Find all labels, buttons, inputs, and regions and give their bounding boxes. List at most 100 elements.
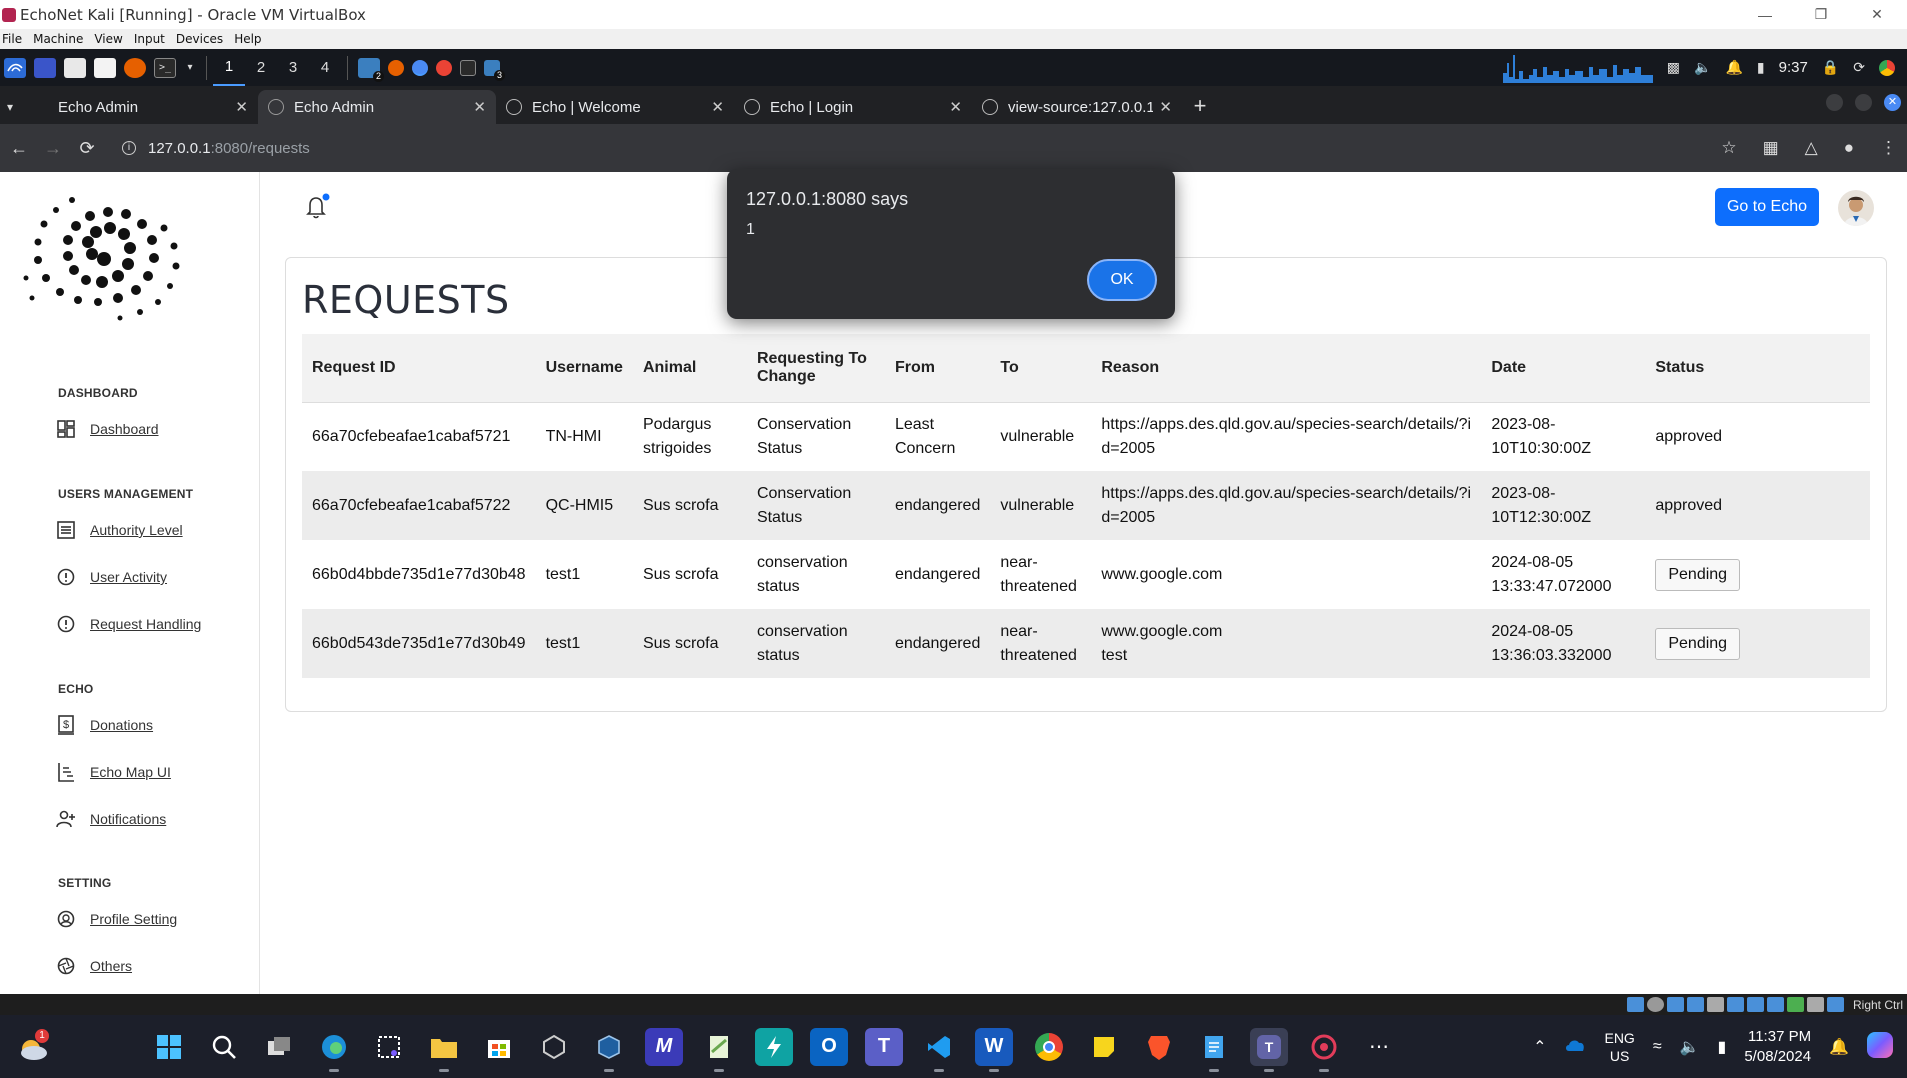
menu-file[interactable]: File bbox=[0, 32, 31, 46]
notification-bell-icon[interactable]: 🔔 bbox=[1829, 1037, 1849, 1057]
minimize-icon[interactable]: — bbox=[1737, 0, 1793, 29]
chrome-window-icon[interactable] bbox=[436, 59, 452, 76]
maximize-icon[interactable] bbox=[1855, 94, 1872, 111]
unity-icon[interactable] bbox=[535, 1028, 573, 1066]
menu-help[interactable]: Help bbox=[232, 32, 270, 46]
copilot-icon[interactable] bbox=[1867, 1032, 1893, 1061]
volume-icon[interactable]: 🔈 bbox=[1680, 1037, 1700, 1057]
kali-menu-icon[interactable] bbox=[4, 57, 26, 78]
teams-chat-icon[interactable]: T bbox=[1250, 1027, 1288, 1072]
network-icon[interactable] bbox=[1686, 997, 1704, 1012]
menu-devices[interactable]: Devices bbox=[174, 32, 232, 46]
go-to-echo-button[interactable]: Go to Echo bbox=[1715, 188, 1819, 226]
pending-button[interactable]: Pending bbox=[1655, 558, 1741, 591]
menu-machine[interactable]: Machine bbox=[31, 32, 92, 46]
sticky-notes-icon[interactable] bbox=[1085, 1028, 1123, 1066]
virtualbox-taskbar-icon[interactable] bbox=[590, 1028, 628, 1072]
new-tab-button[interactable]: + bbox=[1182, 93, 1218, 119]
language-indicator[interactable]: ENG US bbox=[1604, 1029, 1634, 1065]
sidebar-item-user-activity[interactable]: User Activity bbox=[56, 567, 167, 587]
tab-close-icon[interactable]: ✕ bbox=[235, 98, 248, 116]
mouse-integration-icon[interactable] bbox=[1806, 997, 1824, 1012]
tab-close-icon[interactable]: ✕ bbox=[711, 98, 724, 116]
workspace-2[interactable]: 2 bbox=[245, 49, 277, 86]
tab-echo-admin-1[interactable]: Echo Admin ✕ bbox=[20, 90, 258, 124]
tab-echo-login[interactable]: Echo | Login ✕ bbox=[734, 90, 972, 124]
notepad-icon[interactable] bbox=[1195, 1028, 1233, 1072]
vscode-icon[interactable] bbox=[920, 1028, 958, 1072]
chrome-icon[interactable] bbox=[1030, 1028, 1068, 1066]
file-manager-icon[interactable] bbox=[64, 57, 86, 78]
more-menu-icon[interactable]: ⋮ bbox=[1880, 138, 1897, 158]
file-explorer-icon[interactable] bbox=[425, 1028, 463, 1072]
tab-echo-welcome[interactable]: Echo | Welcome ✕ bbox=[496, 90, 734, 124]
terminal-icon[interactable]: >_ bbox=[154, 57, 176, 78]
search-icon[interactable] bbox=[205, 1028, 243, 1066]
close-icon[interactable]: ✕ bbox=[1884, 94, 1901, 111]
text-editor-icon[interactable] bbox=[94, 57, 116, 78]
keyboard-icon[interactable] bbox=[1826, 997, 1844, 1012]
ok-button[interactable]: OK bbox=[1087, 259, 1157, 301]
sidebar-item-dashboard[interactable]: Dashboard bbox=[56, 419, 159, 439]
refresh-icon[interactable]: ⟳ bbox=[1853, 59, 1865, 76]
tab-view-source[interactable]: view-source:127.0.0.1:8080 ✕ bbox=[972, 90, 1182, 124]
weather-icon[interactable]: 1 bbox=[14, 1027, 52, 1065]
usb-icon[interactable] bbox=[1706, 997, 1724, 1012]
labs-icon[interactable]: △ bbox=[1805, 138, 1818, 158]
sidebar-item-others[interactable]: Others bbox=[56, 956, 132, 976]
battery-icon[interactable]: ▮ bbox=[1757, 59, 1765, 76]
taskbar-window-icon-2[interactable]: 3 bbox=[484, 59, 505, 81]
workspace-3[interactable]: 3 bbox=[277, 49, 309, 86]
menu-input[interactable]: Input bbox=[132, 32, 174, 46]
sidebar-item-donations[interactable]: $ Donations bbox=[56, 715, 153, 735]
restore-icon[interactable]: ❐ bbox=[1793, 0, 1849, 29]
windows-start-icon[interactable] bbox=[150, 1028, 188, 1066]
chromium-window-icon[interactable] bbox=[412, 59, 428, 76]
workspace-4[interactable]: 4 bbox=[309, 49, 341, 86]
app-m-icon[interactable]: M bbox=[645, 1027, 683, 1066]
audio-icon[interactable] bbox=[1666, 997, 1684, 1012]
back-icon[interactable]: ← bbox=[4, 138, 34, 159]
teams-icon[interactable]: T bbox=[865, 1027, 903, 1066]
site-info-icon[interactable]: i bbox=[122, 141, 136, 155]
display-icon[interactable] bbox=[1746, 997, 1764, 1012]
lock-icon[interactable]: 🔒 bbox=[1822, 59, 1839, 76]
clock-date[interactable]: 11:37 PM 5/08/2024 bbox=[1744, 1027, 1811, 1067]
tab-close-icon[interactable]: ✕ bbox=[1159, 98, 1172, 116]
tab-echo-admin-2[interactable]: Echo Admin ✕ bbox=[258, 90, 496, 124]
edge-icon[interactable] bbox=[315, 1028, 353, 1072]
tab-search-icon[interactable]: ▾ bbox=[0, 100, 20, 114]
panel-clock[interactable]: 9:37 bbox=[1779, 59, 1808, 76]
sidebar-item-echo-map-ui[interactable]: Echo Map UI bbox=[56, 762, 171, 782]
more-apps-icon[interactable]: ⋯ bbox=[1360, 1028, 1398, 1066]
firefox-icon[interactable] bbox=[124, 57, 146, 78]
pending-button[interactable]: Pending bbox=[1655, 627, 1741, 660]
sidebar-item-request-handling[interactable]: Request Handling bbox=[56, 614, 201, 634]
onedrive-icon[interactable] bbox=[1564, 1038, 1586, 1055]
extensions-icon[interactable]: ▦ bbox=[1763, 138, 1779, 158]
avatar[interactable] bbox=[1838, 190, 1874, 226]
microsoft-store-icon[interactable] bbox=[480, 1028, 518, 1066]
bookmark-star-icon[interactable]: ☆ bbox=[1721, 138, 1736, 158]
tab-close-icon[interactable]: ✕ bbox=[949, 98, 962, 116]
url-field[interactable]: i 127.0.0.1:8080/requests bbox=[122, 140, 310, 157]
workspace-1[interactable]: 1 bbox=[213, 49, 245, 86]
notification-bell-icon[interactable] bbox=[302, 192, 332, 222]
display-icon[interactable]: ▩ bbox=[1667, 59, 1680, 76]
chevron-up-icon[interactable]: ⌃ bbox=[1533, 1037, 1546, 1057]
desktop-icon[interactable] bbox=[34, 57, 56, 78]
terminal-window-icon[interactable] bbox=[460, 59, 476, 76]
notepad-plus-icon[interactable] bbox=[700, 1028, 738, 1072]
outlook-icon[interactable]: O bbox=[810, 1027, 848, 1066]
optical-drive-icon[interactable] bbox=[1646, 997, 1664, 1012]
cpu-icon[interactable] bbox=[1786, 997, 1804, 1012]
screen-recorder-icon[interactable] bbox=[1305, 1028, 1343, 1072]
profile-icon[interactable]: ● bbox=[1844, 138, 1854, 158]
shared-folders-icon[interactable] bbox=[1726, 997, 1744, 1012]
word-icon[interactable]: W bbox=[975, 1027, 1013, 1072]
task-view-icon[interactable] bbox=[260, 1028, 298, 1066]
tab-close-icon[interactable]: ✕ bbox=[473, 98, 486, 116]
chrome-icon[interactable] bbox=[1879, 59, 1895, 76]
minimize-icon[interactable] bbox=[1826, 94, 1843, 111]
hdd-icon[interactable] bbox=[1626, 997, 1644, 1012]
